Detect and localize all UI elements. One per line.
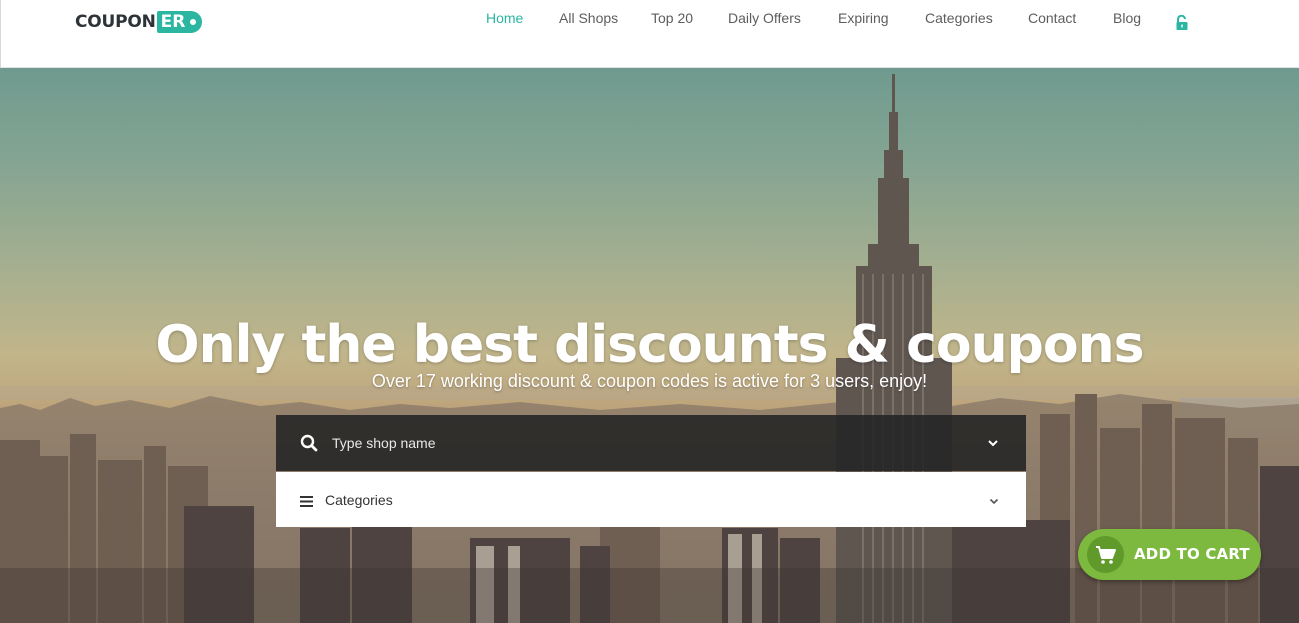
add-to-cart-button[interactable]: ADD TO CART xyxy=(1078,529,1261,580)
list-icon xyxy=(300,494,313,507)
cart-icon xyxy=(1096,546,1116,564)
nav-item-categories[interactable]: Categories xyxy=(925,9,993,27)
chevron-down-icon[interactable] xyxy=(986,436,1000,450)
main-nav: Home All Shops Top 20 Daily Offers Expir… xyxy=(0,9,1299,31)
nav-item-contact[interactable]: Contact xyxy=(1028,9,1076,27)
nav-item-top-20[interactable]: Top 20 xyxy=(651,9,693,27)
categories-label: Categories xyxy=(325,492,393,508)
shop-search-bar[interactable] xyxy=(276,415,1026,471)
hero-section: Only the best discounts & coupons Over 1… xyxy=(0,68,1299,623)
unlock-icon[interactable] xyxy=(1175,14,1189,31)
categories-dropdown[interactable]: Categories xyxy=(276,472,1026,527)
site-header: COUPON ER Home All Shops Top 20 Daily Of… xyxy=(0,0,1299,68)
nav-item-home[interactable]: Home xyxy=(486,9,523,27)
search-icon xyxy=(300,434,318,452)
shop-search-input[interactable] xyxy=(330,429,980,457)
nav-item-all-shops[interactable]: All Shops xyxy=(559,9,618,27)
nav-item-blog[interactable]: Blog xyxy=(1113,9,1141,27)
chevron-down-icon[interactable] xyxy=(988,494,1000,506)
hero-title: Only the best discounts & coupons xyxy=(155,314,1144,375)
nav-item-expiring[interactable]: Expiring xyxy=(838,9,889,27)
add-to-cart-label: ADD TO CART xyxy=(1134,545,1250,563)
cart-icon-badge xyxy=(1087,536,1124,573)
hero-subtitle: Over 17 working discount & coupon codes … xyxy=(371,371,928,391)
nav-item-daily-offers[interactable]: Daily Offers xyxy=(728,9,801,27)
